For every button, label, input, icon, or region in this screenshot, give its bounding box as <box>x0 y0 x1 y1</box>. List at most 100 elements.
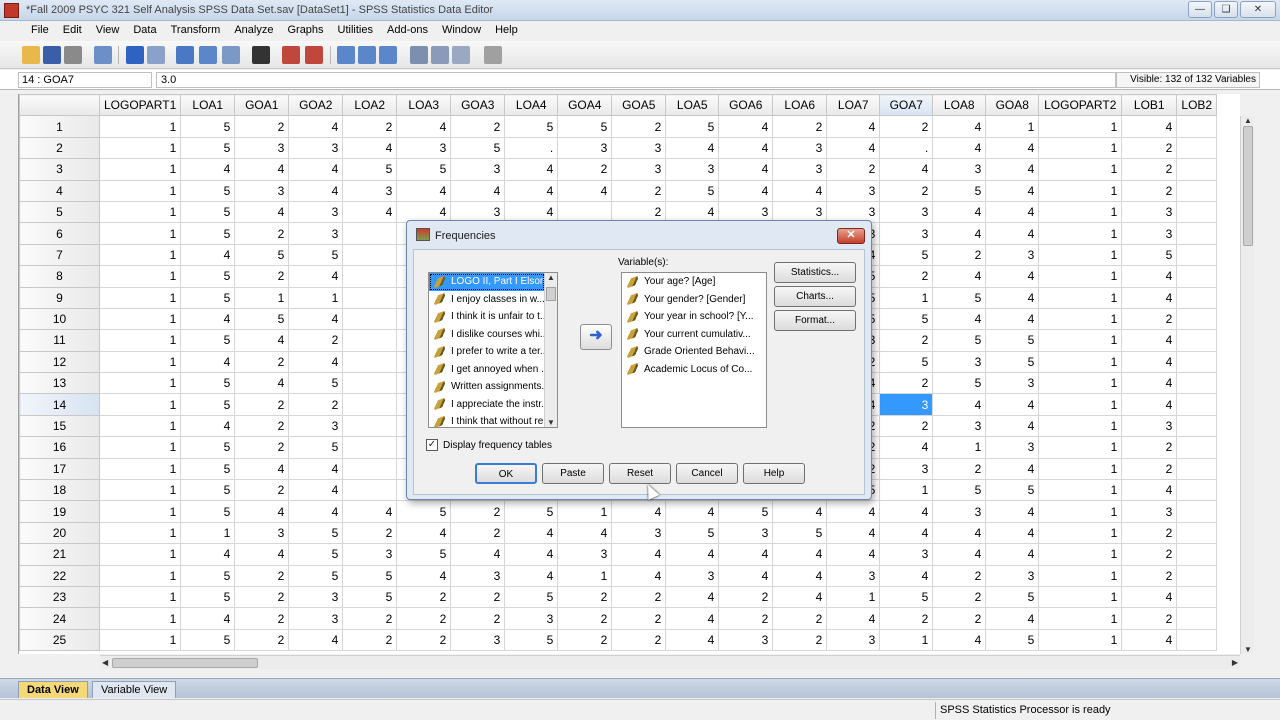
data-cell[interactable] <box>342 414 398 438</box>
data-cell[interactable]: 4 <box>665 543 720 566</box>
data-cell[interactable]: 2 <box>879 179 934 202</box>
data-cell[interactable]: 4 <box>665 607 720 630</box>
table-row[interactable]: 11524242552542424114 <box>19 115 1218 138</box>
data-cell[interactable]: 4 <box>450 179 506 202</box>
data-cell[interactable]: 2 <box>1121 136 1178 160</box>
data-cell[interactable]: 5 <box>180 500 236 523</box>
data-cell[interactable]: 1 <box>1038 436 1123 459</box>
data-cell[interactable]: 3 <box>234 521 290 545</box>
data-cell[interactable]: 5 <box>879 243 934 267</box>
data-cell[interactable]: 1 <box>98 500 182 523</box>
source-list-item[interactable]: LOGO II, Part I Elson,... <box>429 273 545 291</box>
data-cell[interactable]: 2 <box>234 564 290 587</box>
table-row[interactable]: 20 1 1 3 5 2 4 2 4 4 3 5 3 5 4 4 4 4 1 2 <box>19 521 1218 545</box>
data-cell[interactable]: 2 <box>342 607 398 630</box>
data-cell[interactable]: 5 <box>180 136 236 160</box>
selected-list-item[interactable]: Academic Locus of Co... <box>622 361 766 379</box>
data-cell[interactable]: 2 <box>234 222 290 245</box>
data-cell[interactable]: 4 <box>932 628 987 652</box>
row-header[interactable]: 24 <box>19 607 100 630</box>
data-cell[interactable]: 2 <box>611 115 667 138</box>
data-cell[interactable]: 5 <box>665 115 720 138</box>
row-header[interactable]: 14 <box>19 393 100 416</box>
data-cell[interactable]: 5 <box>504 628 559 652</box>
table-row[interactable]: 24 1 4 2 3 2 2 2 3 2 2 4 2 2 4 2 2 4 1 2 <box>19 607 1218 630</box>
selected-variable-list[interactable]: Your age? [Age] Your gender? [Gender] Your… <box>621 272 767 428</box>
data-cell[interactable]: 1 <box>932 436 987 459</box>
data-cell[interactable]: 5 <box>450 136 506 160</box>
data-cell[interactable]: 2 <box>611 628 667 652</box>
data-cell[interactable]: . <box>504 136 559 160</box>
data-cell[interactable]: 4 <box>234 500 290 523</box>
data-cell[interactable]: 4 <box>932 200 987 224</box>
data-cell[interactable]: 4 <box>665 500 720 523</box>
data-cell[interactable] <box>1176 457 1218 481</box>
selected-list-item[interactable]: Your current cumulativ... <box>622 326 766 344</box>
data-cell[interactable]: 4 <box>288 158 344 181</box>
column-header[interactable]: GOA5 <box>611 94 667 117</box>
menu-window[interactable]: Window <box>435 21 488 41</box>
data-cell[interactable]: 4 <box>772 179 828 202</box>
data-cell[interactable]: 1 <box>98 521 182 545</box>
cancel-button[interactable]: Cancel <box>676 463 738 484</box>
data-cell[interactable]: 4 <box>826 500 881 523</box>
open-icon[interactable] <box>22 46 40 64</box>
source-list-item[interactable]: I prefer to write a ter... <box>429 343 545 361</box>
data-cell[interactable]: 4 <box>772 585 828 609</box>
data-cell[interactable]: 3 <box>985 436 1040 459</box>
source-list-item[interactable]: I think that without re... <box>429 413 545 427</box>
data-cell[interactable]: 5 <box>180 457 236 481</box>
data-cell[interactable]: 4 <box>342 200 398 224</box>
data-cell[interactable]: 4 <box>985 158 1040 181</box>
row-header[interactable]: 5 <box>19 200 100 224</box>
data-cell[interactable]: 1 <box>826 585 881 609</box>
column-header[interactable]: GOA1 <box>234 94 290 117</box>
data-cell[interactable]: 4 <box>772 564 828 587</box>
row-header[interactable]: 21 <box>19 543 100 566</box>
data-cell[interactable]: 2 <box>772 607 828 630</box>
data-cell[interactable]: 5 <box>985 628 1040 652</box>
data-cell[interactable] <box>1176 393 1218 416</box>
column-header[interactable]: LOA2 <box>342 94 398 117</box>
data-cell[interactable]: 4 <box>932 307 987 331</box>
data-cell[interactable]: 5 <box>342 564 398 587</box>
row-header[interactable]: 3 <box>19 158 100 181</box>
data-cell[interactable]: 4 <box>772 500 828 523</box>
data-cell[interactable]: 4 <box>985 222 1040 245</box>
row-header[interactable]: 4 <box>19 179 100 202</box>
column-header[interactable]: LOB1 <box>1121 94 1178 117</box>
data-cell[interactable]: 5 <box>932 372 987 395</box>
data-cell[interactable]: 2 <box>718 607 774 630</box>
data-cell[interactable]: 1 <box>98 585 182 609</box>
data-cell[interactable]: 3 <box>1121 414 1178 438</box>
data-cell[interactable]: 5 <box>180 329 236 352</box>
data-cell[interactable]: 5 <box>180 200 236 224</box>
data-cell[interactable]: 1 <box>1038 457 1123 481</box>
data-cell[interactable]: 3 <box>879 543 934 566</box>
data-cell[interactable]: 4 <box>985 393 1040 416</box>
data-cell[interactable]: 3 <box>288 607 344 630</box>
data-cell[interactable]: 2 <box>1121 521 1178 545</box>
data-cell[interactable]: 4 <box>718 136 774 160</box>
data-cell[interactable]: 3 <box>288 222 344 245</box>
data-cell[interactable]: 4 <box>180 243 236 267</box>
data-cell[interactable]: 1 <box>1038 564 1123 587</box>
menu-help[interactable]: Help <box>488 21 525 41</box>
data-cell[interactable]: 5 <box>288 521 344 545</box>
column-header[interactable]: GOA3 <box>450 94 506 117</box>
scroll-up-icon[interactable]: ▲ <box>1244 116 1252 125</box>
data-cell[interactable]: 2 <box>718 585 774 609</box>
statistics-button[interactable]: Statistics... <box>774 262 856 283</box>
data-cell[interactable]: 1 <box>1038 286 1123 309</box>
data-cell[interactable]: 1 <box>98 136 182 160</box>
data-cell[interactable] <box>1176 200 1218 224</box>
row-header[interactable]: 17 <box>19 457 100 481</box>
data-cell[interactable]: 1 <box>1038 243 1123 267</box>
data-cell[interactable]: 4 <box>234 457 290 481</box>
menu-add-ons[interactable]: Add-ons <box>380 21 435 41</box>
source-list-item[interactable]: I enjoy classes in w... <box>429 291 545 309</box>
split-file-icon[interactable] <box>337 46 355 64</box>
data-cell[interactable]: 4 <box>932 265 987 288</box>
data-cell[interactable]: 5 <box>288 436 344 459</box>
minimize-icon[interactable]: — <box>1188 1 1212 18</box>
